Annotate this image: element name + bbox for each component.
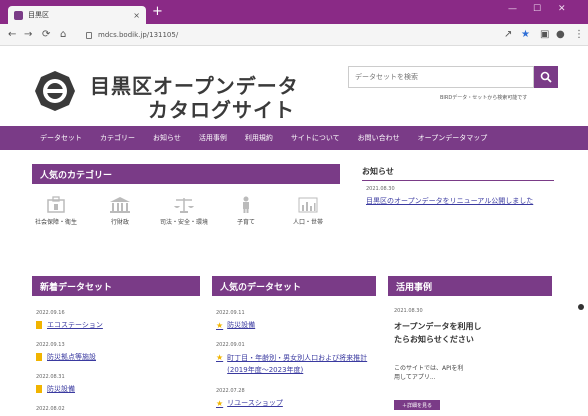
- category-justice-safety[interactable]: 司法・安全・環境: [160, 196, 208, 227]
- global-nav: データセット カテゴリー お知らせ 活用事例 利用規約 サイトについて お問い合…: [0, 126, 588, 150]
- home-icon[interactable]: ⌂: [60, 29, 66, 41]
- news-heading: お知らせ: [362, 167, 394, 176]
- browser-tab[interactable]: 目黒区 ×: [8, 6, 146, 24]
- social-security-icon: [47, 196, 65, 213]
- government-building-icon: [110, 197, 130, 213]
- search-button[interactable]: [534, 66, 558, 88]
- tab-close-icon[interactable]: ×: [133, 11, 140, 20]
- category-social-security[interactable]: 社会保障・衛生: [32, 196, 80, 227]
- share-icon[interactable]: ↗: [504, 29, 512, 41]
- new-dataset-date: 2022.09.16: [36, 310, 65, 316]
- category-label: 子育て: [236, 219, 255, 226]
- nav-item-contact[interactable]: お問い合わせ: [358, 133, 400, 143]
- usecase-date: 2021.08.30: [394, 308, 423, 314]
- bar-chart-icon: [298, 197, 318, 213]
- site-title-line2[interactable]: カタログサイト: [148, 94, 295, 123]
- nav-item-usecases[interactable]: 活用事例: [199, 133, 227, 143]
- address-bar: ← → ⟳ ⌂ mdcs.bodik.jp/131105/ ↗ ★ ▣ ● ⋮: [0, 24, 588, 46]
- category-government[interactable]: 行財政: [96, 196, 144, 227]
- nav-item-categories[interactable]: カテゴリー: [100, 133, 135, 143]
- news-date: 2021.08.30: [366, 186, 395, 192]
- new-dataset-link[interactable]: 防災拠点等施設: [36, 352, 96, 362]
- category-label: 社会保障・衛生: [34, 219, 77, 226]
- usecase-body: このサイトでは、APIを利用してアプリ...: [394, 365, 464, 381]
- document-icon: [36, 321, 42, 329]
- child-icon: [243, 196, 249, 213]
- scroll-indicator[interactable]: [578, 304, 584, 310]
- category-childcare[interactable]: 子育て: [222, 196, 270, 227]
- nav-item-news[interactable]: お知らせ: [153, 133, 181, 143]
- new-tab-button[interactable]: +: [152, 5, 163, 19]
- new-dataset-date: 2022.09.13: [36, 342, 65, 348]
- news-link[interactable]: 目黒区のオープンデータをリニューアル公開しました: [366, 196, 533, 206]
- bookmark-star-icon[interactable]: ★: [521, 29, 530, 41]
- tab-title: 目黒区: [28, 11, 49, 19]
- web-page: 目黒区オープンデータ カタログサイト BIRDデータ・セットから検索可能です デ…: [0, 46, 588, 416]
- reload-icon[interactable]: ⟳: [42, 29, 50, 41]
- new-dataset-date: 2022.08.02: [36, 406, 65, 412]
- nav-item-map[interactable]: オープンデータマップ: [418, 133, 488, 143]
- close-window-button[interactable]: ✕: [558, 4, 566, 14]
- browser-titlebar: 目黒区 × + — ☐ ✕: [0, 0, 588, 24]
- popular-dataset-link[interactable]: ★ 町丁目・年齢別・男女別人口および将来推計(2019年度〜2023年度): [216, 352, 376, 376]
- categories-heading: 人気のカテゴリー: [32, 164, 340, 184]
- lock-icon: [86, 31, 92, 39]
- url-text: mdcs.bodik.jp/131105/: [98, 31, 179, 39]
- popular-dataset-link[interactable]: ★ リユースショップ: [216, 398, 283, 408]
- back-arrow-icon[interactable]: ←: [8, 29, 16, 41]
- profile-icon[interactable]: ●: [556, 29, 565, 41]
- popular-dataset-date: 2022.09.11: [216, 310, 245, 316]
- usecase-title[interactable]: オープンデータを利用したらお知らせください: [394, 320, 484, 346]
- forward-arrow-icon[interactable]: →: [24, 29, 32, 41]
- favicon-icon: [14, 10, 23, 20]
- search-icon: [540, 71, 552, 83]
- popular-dataset-date: 2022.07.28: [216, 388, 245, 394]
- maximize-button[interactable]: ☐: [533, 4, 541, 14]
- popular-datasets-heading: 人気のデータセット: [212, 276, 376, 296]
- url-field[interactable]: mdcs.bodik.jp/131105/: [86, 28, 496, 42]
- nav-item-about[interactable]: サイトについて: [291, 133, 340, 143]
- meguro-emblem-icon[interactable]: [34, 70, 76, 112]
- star-icon: ★: [216, 320, 224, 330]
- category-population[interactable]: 人口・世帯: [284, 196, 332, 227]
- star-icon: ★: [216, 398, 224, 408]
- new-dataset-link[interactable]: 防災設備: [36, 384, 75, 394]
- category-label: 人口・世帯: [292, 219, 323, 226]
- document-icon: [36, 353, 42, 361]
- popular-dataset-link[interactable]: ★ 防災設備: [216, 320, 255, 330]
- usecase-heading: 活用事例: [388, 276, 552, 296]
- menu-icon[interactable]: ⋮: [574, 29, 584, 41]
- scales-icon: [174, 198, 194, 213]
- sidebar-panel-icon[interactable]: ▣: [540, 29, 549, 41]
- nav-item-terms[interactable]: 利用規約: [245, 133, 273, 143]
- usecase-details-button[interactable]: ＋詳細を見る: [394, 400, 440, 410]
- minimize-button[interactable]: —: [508, 4, 517, 14]
- popular-dataset-date: 2022.09.01: [216, 342, 245, 348]
- new-dataset-date: 2022.08.31: [36, 374, 65, 380]
- dataset-search-input[interactable]: [348, 66, 534, 88]
- star-icon: ★: [216, 353, 224, 362]
- new-dataset-link[interactable]: エコステーション: [36, 320, 103, 330]
- nav-item-datasets[interactable]: データセット: [40, 133, 82, 143]
- document-icon: [36, 385, 42, 393]
- search-note: BIRDデータ・セットから検索可能です: [440, 95, 528, 101]
- news-divider: [362, 180, 554, 181]
- new-datasets-heading: 新着データセット: [32, 276, 200, 296]
- category-label: 司法・安全・環境: [160, 219, 209, 226]
- category-label: 行財政: [110, 219, 129, 226]
